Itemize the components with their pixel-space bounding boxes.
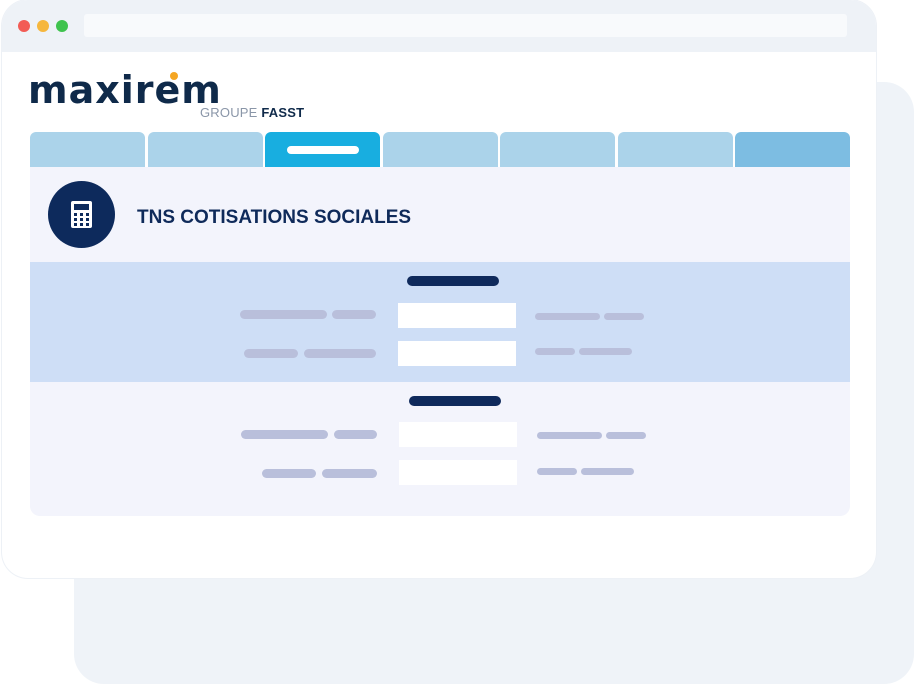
field-label-placeholder (240, 310, 327, 319)
tab-bar (30, 132, 850, 167)
field-label-placeholder (332, 310, 376, 319)
input-field-3[interactable] (399, 422, 517, 447)
input-field-1[interactable] (398, 303, 516, 328)
logo-tagline: GROUPE FASST (200, 105, 304, 120)
form-section-1 (30, 262, 850, 382)
field-hint-placeholder (606, 432, 646, 439)
tab-5[interactable] (500, 132, 615, 167)
field-hint-placeholder (535, 313, 600, 320)
tab-2[interactable] (148, 132, 263, 167)
section-2-heading-placeholder (409, 396, 501, 406)
minimize-window-button[interactable] (37, 20, 49, 32)
logo-wordmark: maxirem (28, 70, 222, 112)
tagline-prefix: GROUPE (200, 105, 258, 120)
address-bar[interactable] (84, 14, 847, 37)
tab-active-indicator (287, 146, 359, 154)
tab-4[interactable] (383, 132, 498, 167)
browser-window: maxirem GROUPE FASST TNS COTISATIONS SOC… (2, 0, 876, 578)
field-label-placeholder (244, 349, 298, 358)
input-field-4[interactable] (399, 460, 517, 485)
field-hint-placeholder (537, 468, 577, 475)
tab-6[interactable] (618, 132, 733, 167)
tab-7[interactable] (735, 132, 850, 167)
maximize-window-button[interactable] (56, 20, 68, 32)
input-field-2[interactable] (398, 341, 516, 366)
close-window-button[interactable] (18, 20, 30, 32)
field-hint-placeholder (581, 468, 634, 475)
tab-3[interactable] (265, 132, 380, 167)
browser-titlebar (2, 0, 876, 52)
field-label-placeholder (304, 349, 376, 358)
calculator-icon (48, 181, 115, 248)
tagline-brand: FASST (261, 105, 305, 120)
field-hint-placeholder (535, 348, 575, 355)
content-panel: TNS COTISATIONS SOCIALES (30, 167, 850, 516)
field-hint-placeholder (579, 348, 632, 355)
page-title: TNS COTISATIONS SOCIALES (137, 207, 412, 228)
field-hint-placeholder (604, 313, 644, 320)
logo-accent-dot (170, 72, 178, 80)
section-1-heading-placeholder (407, 276, 499, 286)
tab-1[interactable] (30, 132, 145, 167)
field-label-placeholder (322, 469, 377, 478)
field-label-placeholder (262, 469, 316, 478)
field-hint-placeholder (537, 432, 602, 439)
field-label-placeholder (334, 430, 377, 439)
field-label-placeholder (241, 430, 328, 439)
